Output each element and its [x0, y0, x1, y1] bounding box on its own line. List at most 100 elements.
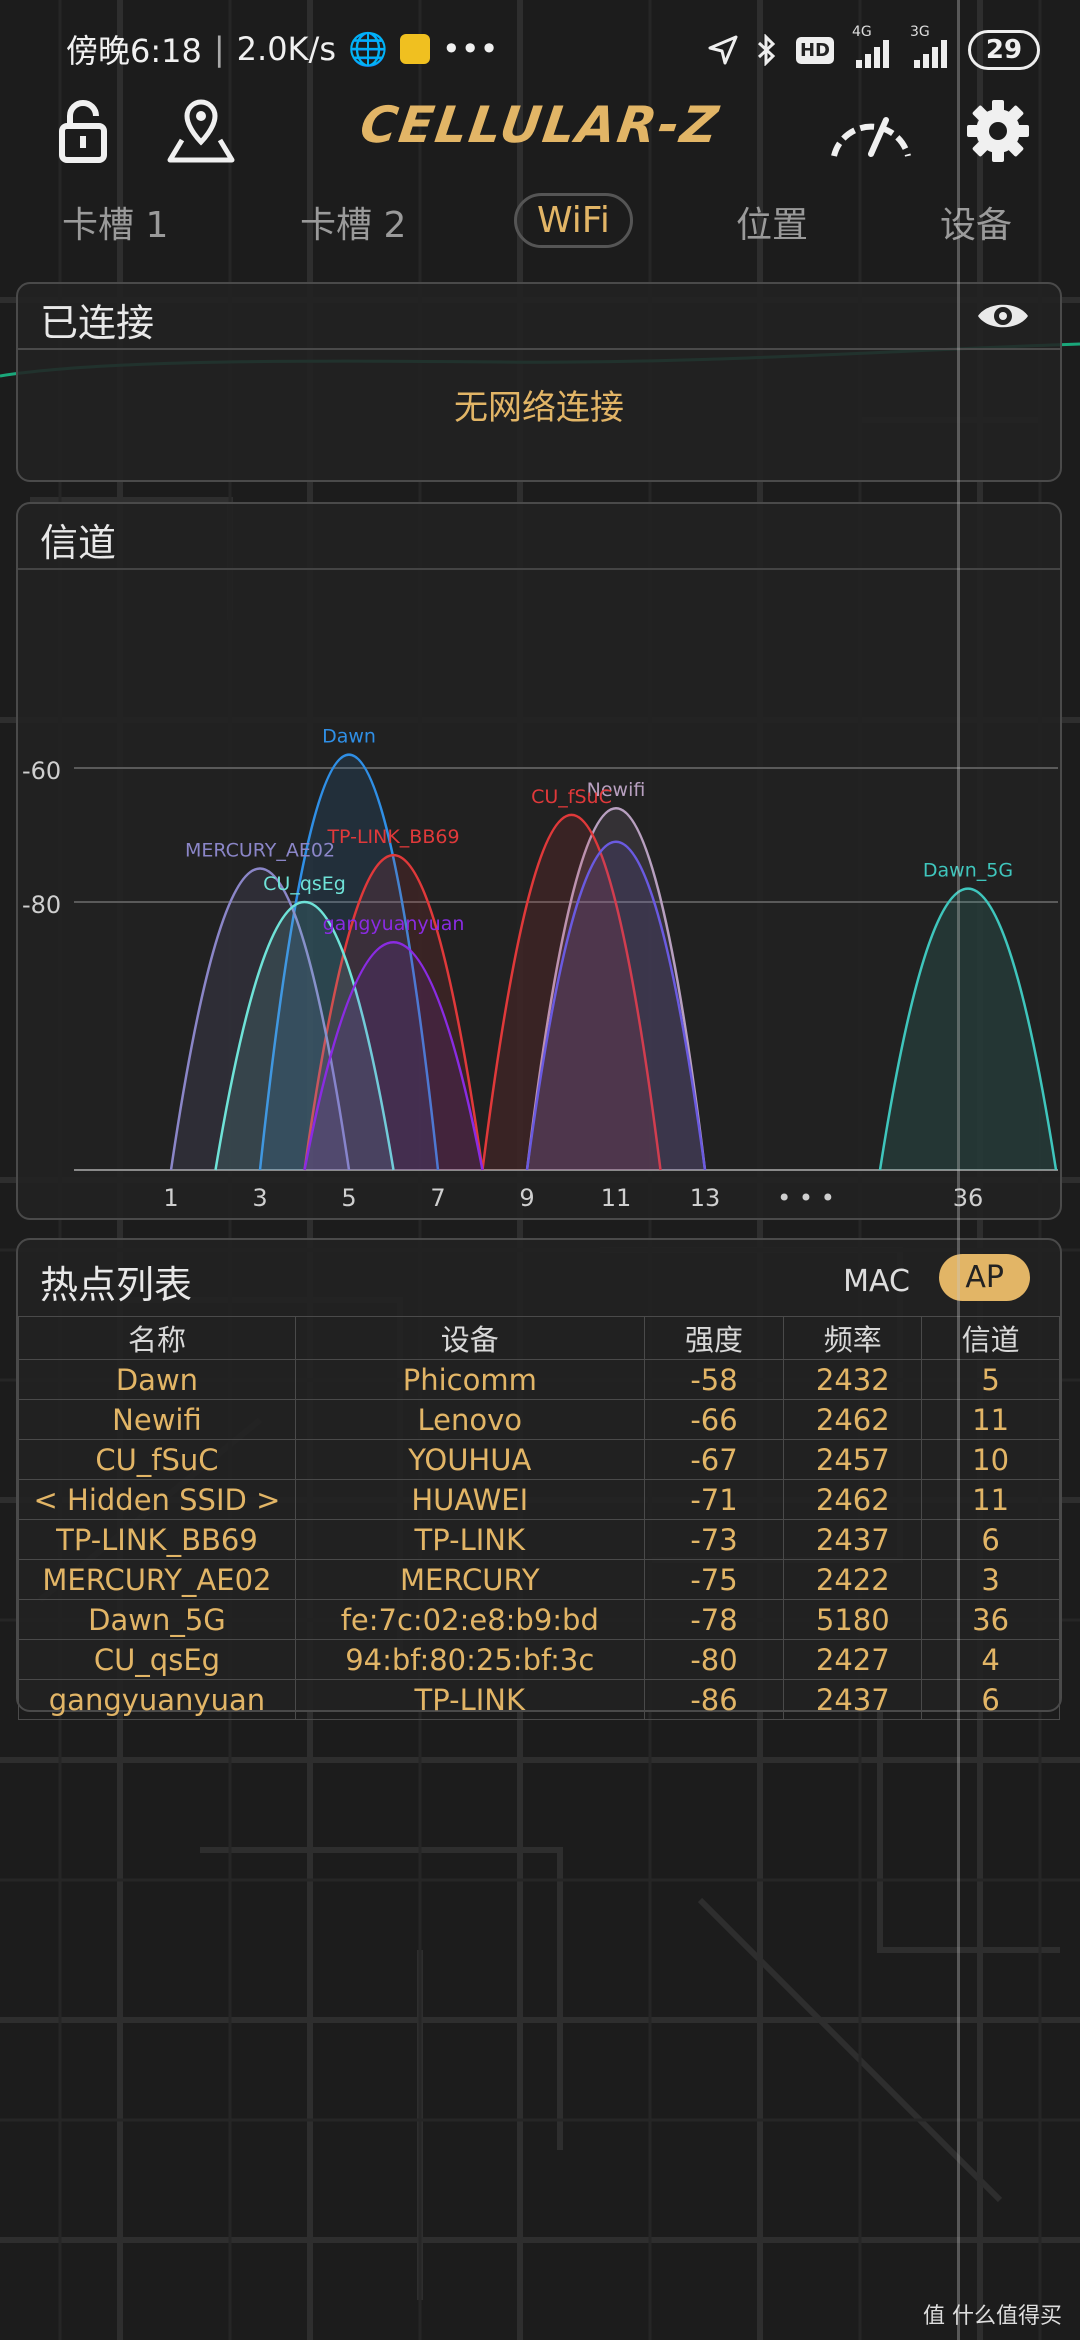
cell-frequency: 2427	[783, 1639, 923, 1680]
channel-curve	[878, 887, 1058, 1171]
table-row[interactable]: MERCURY_AE02 MERCURY -75 2422 3	[18, 1559, 1060, 1600]
series-label: CU_fSuC	[531, 786, 612, 808]
x-tick-label: 1	[163, 1184, 178, 1212]
channel-panel: 信道 -60 -80 1 3 5 7 9 11 13 • • • 36 Dawn Newifi CU_fS…	[16, 502, 1062, 1220]
cell-frequency: 2422	[783, 1559, 923, 1600]
battery-indicator: 29	[968, 30, 1040, 70]
cell-name: Newifi	[18, 1399, 296, 1440]
cell-strength: -73	[643, 1519, 785, 1560]
ap-toggle-button[interactable]: AP	[939, 1254, 1030, 1301]
cell-channel: 5	[921, 1359, 1060, 1400]
cell-channel: 4	[921, 1639, 1060, 1680]
tab-location[interactable]: 位置	[736, 196, 808, 248]
connected-title: 已连接	[40, 301, 155, 345]
series-label: MERCURY_AE02	[185, 840, 335, 862]
settings-gear-icon[interactable]	[963, 96, 1033, 166]
status-left: 傍晚6:18 | 2.0K/s 🌐 •••	[66, 26, 498, 72]
table-header-row: 名称 设备 强度 频率 信道	[18, 1316, 1060, 1360]
column-header-strength: 强度	[643, 1316, 785, 1360]
table-row[interactable]: gangyuanyuan TP-LINK -86 2437 6	[18, 1679, 1060, 1720]
connected-panel-header: 已连接	[18, 284, 1060, 350]
signal-3g-icon: 3G	[910, 24, 950, 72]
cell-device: 94:bf:80:25:bf:3c	[294, 1639, 645, 1680]
bluetooth-icon	[757, 34, 776, 66]
tab-sim-slot-2[interactable]: 卡槽 2	[300, 196, 406, 248]
eye-icon[interactable]	[976, 298, 1030, 334]
hd-icon: HD	[795, 36, 834, 64]
cell-device: YOUHUA	[294, 1439, 645, 1480]
status-more: •••	[441, 30, 499, 68]
series-label: Dawn	[322, 726, 376, 748]
column-header-device: 设备	[294, 1316, 645, 1360]
cell-strength: -80	[643, 1639, 785, 1680]
table-row[interactable]: TP-LINK_BB69 TP-LINK -73 2437 6	[18, 1519, 1060, 1560]
tab-wifi[interactable]: WiFi	[514, 193, 633, 248]
cell-frequency: 2462	[783, 1399, 923, 1440]
cell-device: MERCURY	[294, 1559, 645, 1600]
speedometer-icon[interactable]	[826, 96, 916, 166]
table-row[interactable]: Dawn_5G fe:7c:02:e8:b9:bd -78 5180 36	[18, 1599, 1060, 1640]
cell-frequency: 2462	[783, 1479, 923, 1520]
lock-icon[interactable]	[48, 96, 118, 166]
cell-frequency: 2457	[783, 1439, 923, 1480]
x-tick-label: 11	[601, 1184, 632, 1212]
cell-name: Dawn_5G	[18, 1599, 296, 1640]
status-bar: 傍晚6:18 | 2.0K/s 🌐 ••• HD 4G 3G 29	[0, 0, 1080, 100]
x-tick-label: 3	[252, 1184, 267, 1212]
cell-channel: 3	[921, 1559, 1060, 1600]
cell-name: Dawn	[18, 1359, 296, 1400]
y-tick-label: -60	[22, 757, 61, 785]
connected-panel: 已连接 无网络连接	[16, 282, 1062, 482]
table-row[interactable]: Newifi Lenovo -66 2462 11	[18, 1399, 1060, 1440]
hotspot-table: 名称 设备 强度 频率 信道 Dawn Phicomm -58 2432 5 Newif…	[18, 1316, 1060, 1720]
series-label: TP-LINK_BB69	[326, 826, 459, 848]
cell-device: HUAWEI	[294, 1479, 645, 1520]
cell-channel: 11	[921, 1479, 1060, 1520]
cell-strength: -78	[643, 1599, 785, 1640]
cell-strength: -71	[643, 1479, 785, 1520]
hotspot-title: 热点列表	[40, 1263, 193, 1307]
cell-frequency: 2432	[783, 1359, 923, 1400]
cell-strength: -66	[643, 1399, 785, 1440]
table-row[interactable]: CU_qsEg 94:bf:80:25:bf:3c -80 2427 4	[18, 1639, 1060, 1680]
cell-channel: 6	[921, 1679, 1060, 1720]
table-row[interactable]: CU_fSuC YOUHUA -67 2457 10	[18, 1439, 1060, 1480]
cell-strength: -58	[643, 1359, 785, 1400]
screen-guide-line	[957, 0, 960, 2340]
cell-name: < Hidden SSID >	[18, 1479, 296, 1520]
table-row[interactable]: < Hidden SSID > HUAWEI -71 2462 11	[18, 1479, 1060, 1520]
cell-name: TP-LINK_BB69	[18, 1519, 296, 1560]
series-label: Dawn_5G	[923, 860, 1013, 882]
map-location-icon[interactable]	[166, 96, 236, 166]
cell-strength: -67	[643, 1439, 785, 1480]
mac-toggle-button[interactable]: MAC	[843, 1264, 910, 1299]
app-notification-icon	[399, 34, 430, 64]
channel-chart: -60-801 3 5 7 9 11 13 • • • 36DawnNewifiCU_fSuCT…	[22, 726, 1058, 1212]
series-label: CU_qsEg	[263, 873, 346, 895]
cell-device: Phicomm	[294, 1359, 645, 1400]
status-time: 傍晚6:18	[66, 32, 202, 70]
cell-frequency: 2437	[783, 1679, 923, 1720]
cell-device: TP-LINK	[294, 1679, 645, 1720]
tab-device[interactable]: 设备	[940, 196, 1012, 248]
cell-name: CU_qsEg	[18, 1639, 296, 1680]
x-tick-label: 9	[519, 1184, 534, 1212]
x-tick-label: • • •	[777, 1184, 835, 1212]
column-header-name: 名称	[18, 1316, 296, 1360]
signal-4g-icon: 4G	[852, 24, 892, 72]
watermark-text: 值 什么值得买	[923, 2304, 1062, 2329]
status-net-speed: 2.0K/s	[236, 30, 336, 68]
series-label: gangyuanyuan	[323, 913, 465, 935]
cell-name: MERCURY_AE02	[18, 1559, 296, 1600]
x-tick-label: 7	[430, 1184, 445, 1212]
table-row[interactable]: Dawn Phicomm -58 2432 5	[18, 1359, 1060, 1400]
app-title: CELLULAR-Z	[356, 96, 724, 154]
cell-channel: 11	[921, 1399, 1060, 1440]
globe-icon: 🌐	[347, 30, 388, 68]
cell-strength: -75	[643, 1559, 785, 1600]
cell-device: Lenovo	[294, 1399, 645, 1440]
cell-frequency: 5180	[783, 1599, 923, 1640]
tab-sim-slot-1[interactable]: 卡槽 1	[62, 196, 168, 248]
column-header-channel: 信道	[921, 1316, 1060, 1360]
cell-name: CU_fSuC	[18, 1439, 296, 1480]
